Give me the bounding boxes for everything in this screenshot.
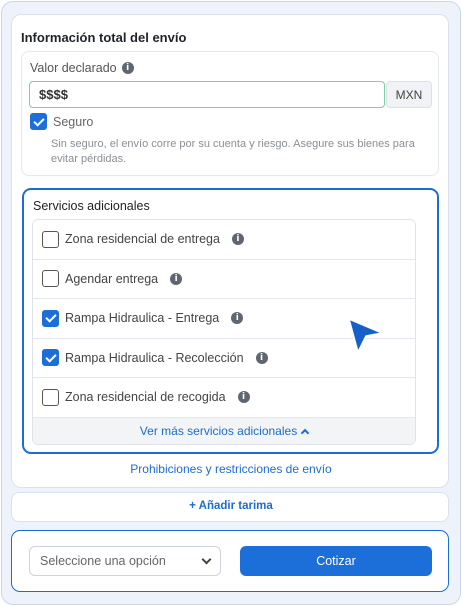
chevron-up-icon <box>300 428 310 437</box>
section-title: Información total del envío <box>21 30 187 45</box>
service-label: Zona residencial de entrega <box>65 232 220 247</box>
add-pallet-button[interactable]: + Añadir tarima <box>0 500 462 512</box>
chevron-down-icon <box>201 554 212 565</box>
services-title: Servicios adicionales <box>33 199 150 213</box>
more-services-label: Ver más servicios adicionales <box>139 423 298 438</box>
info-icon[interactable]: i <box>255 351 268 364</box>
info-icon[interactable]: i <box>231 312 244 325</box>
service-label: Agendar entrega <box>65 271 159 286</box>
service-label: Rampa Hidraulica - Entrega <box>65 311 220 326</box>
service-item-zona-residencial-recogida[interactable]: Zona residencial de recogida i <box>33 378 415 418</box>
insurance-label: Seguro <box>53 114 94 129</box>
service-checkbox[interactable] <box>42 309 59 327</box>
info-icon[interactable]: i <box>231 233 244 246</box>
option-select[interactable]: Seleccione una opción <box>29 546 221 576</box>
quote-button[interactable]: Cotizar <box>240 546 432 576</box>
currency-label: MXN <box>386 81 432 108</box>
insurance-option[interactable]: Seguro <box>30 113 93 130</box>
declared-value-input[interactable] <box>29 81 385 108</box>
prohibitions-link-text: Prohibiciones y restricciones de envío <box>130 462 332 476</box>
insurance-checkbox[interactable] <box>30 113 47 130</box>
service-checkbox[interactable] <box>42 349 59 367</box>
info-icon[interactable]: i <box>237 391 250 404</box>
declared-value-text: Valor declarado <box>30 61 117 75</box>
service-item-zona-residencial-entrega[interactable]: Zona residencial de entrega i <box>33 220 415 260</box>
service-label: Zona residencial de recogida <box>65 390 226 405</box>
insurance-note: Sin seguro, el envío corre por su cuenta… <box>51 138 415 165</box>
more-services-toggle[interactable]: Ver más servicios adicionales <box>33 417 415 444</box>
select-placeholder: Seleccione una opción <box>40 554 166 568</box>
service-label: Rampa Hidraulica - Recolección <box>65 350 244 365</box>
declared-value-label: Valor declarado i <box>30 61 134 75</box>
prohibitions-link[interactable]: Prohibiciones y restricciones de envío <box>0 462 462 476</box>
service-item-agendar-entrega[interactable]: Agendar entrega i <box>33 259 415 299</box>
cursor-pointer-icon <box>348 318 383 353</box>
add-pallet-label: Añadir tarima <box>198 500 273 512</box>
service-checkbox[interactable] <box>42 388 59 406</box>
service-checkbox[interactable] <box>42 230 59 248</box>
plus-icon: + <box>189 500 196 512</box>
service-checkbox[interactable] <box>42 270 59 288</box>
info-icon[interactable]: i <box>121 62 134 74</box>
info-icon[interactable]: i <box>170 272 183 285</box>
